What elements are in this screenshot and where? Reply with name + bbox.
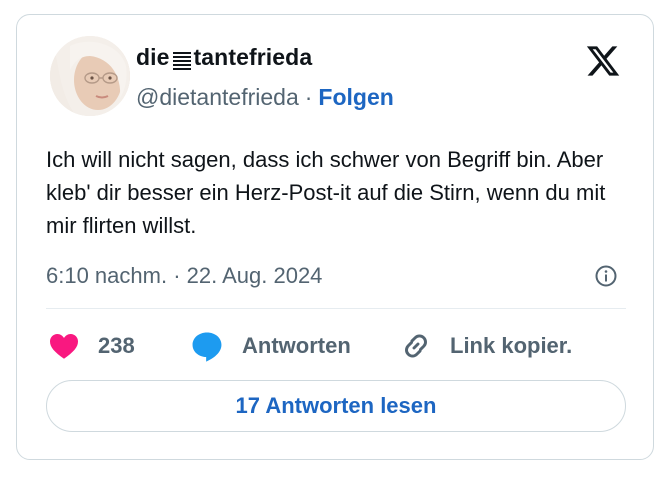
author-display-name[interactable]: die tantefrieda [136,44,312,71]
tweet-text: Ich will nicht sagen, dass ich schwer vo… [46,147,606,238]
author-avatar[interactable] [50,36,130,116]
lines-glyph-icon [172,49,192,70]
x-logo-icon[interactable] [585,43,621,79]
author-handle[interactable]: @dietantefrieda [136,84,299,110]
read-replies-button[interactable]: 17 Antworten lesen [46,380,626,432]
follow-button[interactable]: Folgen [318,84,393,110]
display-name-suffix: tantefrieda [193,44,313,70]
copy-link-label: Link kopier. [450,333,573,358]
info-icon[interactable] [594,264,618,288]
heart-icon [48,330,80,362]
link-icon [400,330,432,362]
avatar-image [50,36,130,116]
read-replies-label: 17 Antworten lesen [235,393,437,418]
author-handle-row: @dietantefrieda · Folgen [136,84,394,111]
display-name-prefix: die [136,44,170,70]
reply-label: Antworten [242,333,351,358]
copy-link-button[interactable]: Link kopier. [400,328,572,364]
like-button[interactable]: 238 [48,328,135,364]
like-count: 238 [98,333,135,358]
divider [46,308,626,309]
tweet-timestamp[interactable]: 6:10 nachm. · 22. Aug. 2024 [46,263,322,289]
reply-button[interactable]: Antworten [190,328,351,364]
handle-separator: · [304,84,313,110]
speech-bubble-icon [190,329,224,363]
